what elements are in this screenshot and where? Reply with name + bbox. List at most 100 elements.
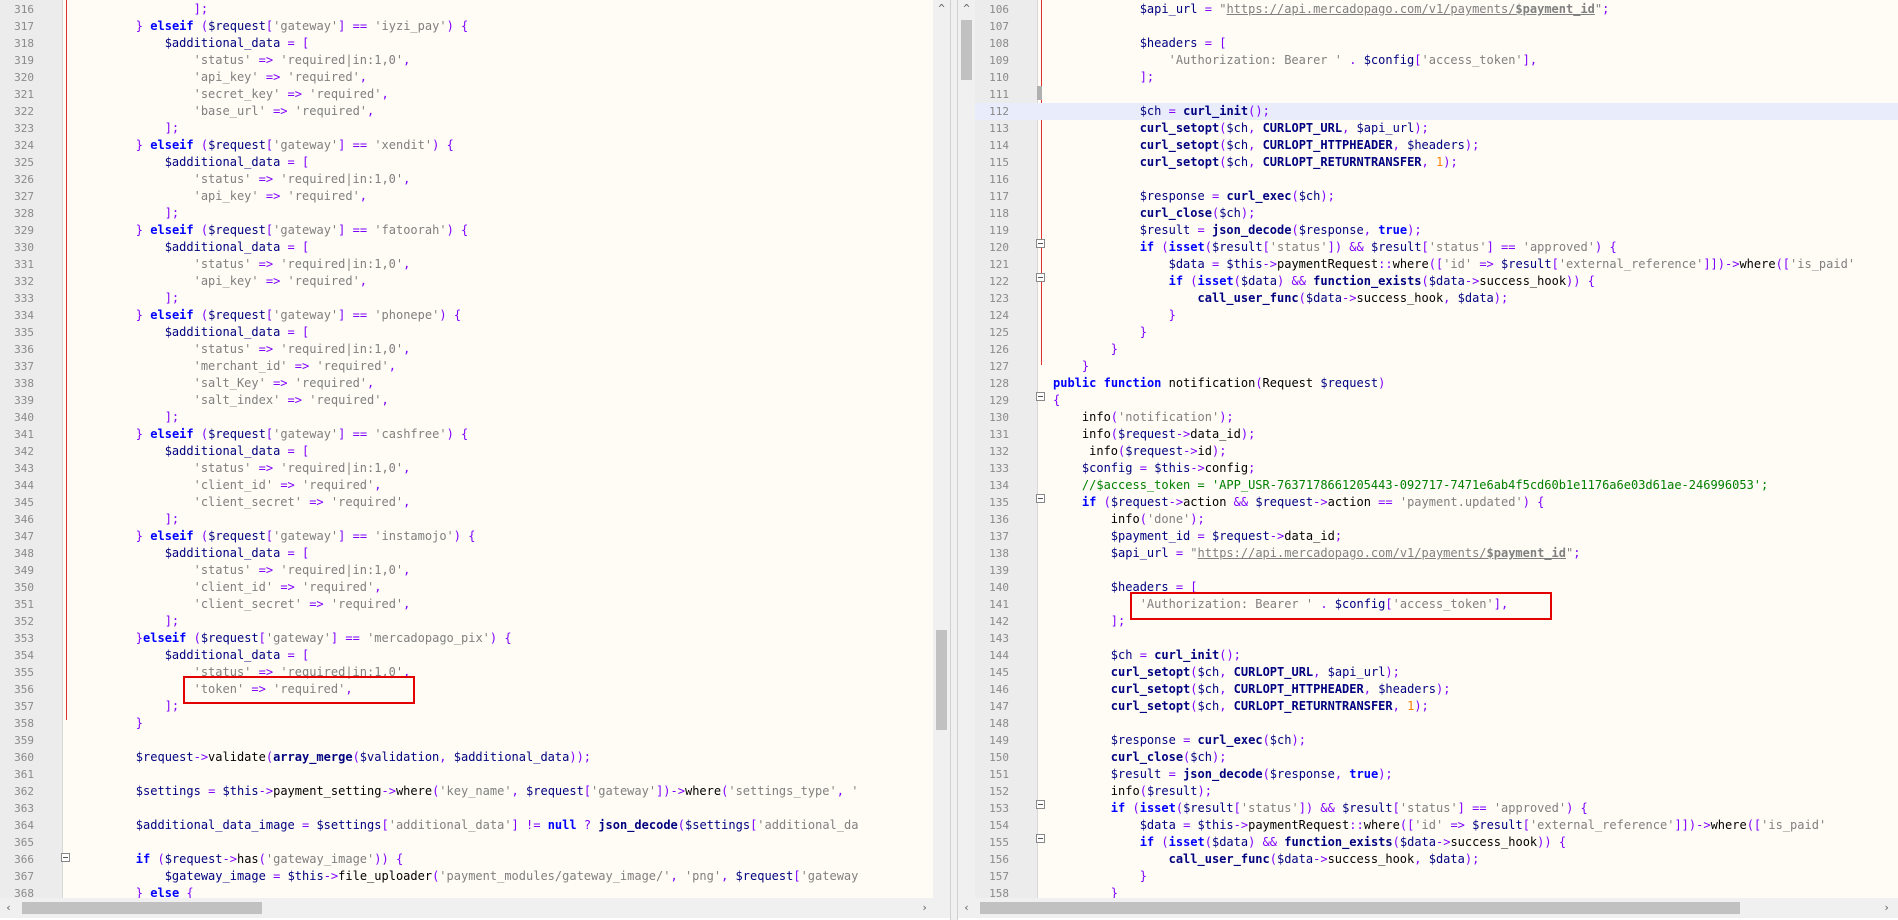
code-text[interactable]: } (1053, 341, 1898, 358)
pane-splitter[interactable] (950, 0, 958, 920)
code-text[interactable]: ]; (78, 511, 933, 528)
code-line[interactable]: 319 'status' => 'required|in:1,0', (0, 52, 933, 69)
code-text[interactable]: curl_setopt($ch, CURLOPT_RETURNTRANSFER,… (1053, 698, 1898, 715)
code-line[interactable]: 134 //$access_token = 'APP_USR-763717866… (975, 477, 1898, 494)
code-text[interactable]: 'salt_index' => 'required', (78, 392, 933, 409)
code-line[interactable]: 114 curl_setopt($ch, CURLOPT_HTTPHEADER,… (975, 137, 1898, 154)
code-text[interactable]: } elseif ($request['gateway'] == 'xendit… (78, 137, 933, 154)
scroll-up-arrow-icon[interactable]: ^ (958, 0, 975, 17)
code-line[interactable]: 151 $result = json_decode($response, tru… (975, 766, 1898, 783)
code-text[interactable]: $additional_data = [ (78, 239, 933, 256)
code-text[interactable]: } (1053, 358, 1898, 375)
code-text[interactable]: info($result); (1053, 783, 1898, 800)
code-text[interactable]: curl_close($ch); (1053, 205, 1898, 222)
code-text[interactable]: 'api_key' => 'required', (78, 69, 933, 86)
code-line[interactable]: 155 if (isset($data) && function_exists(… (975, 834, 1898, 851)
code-line[interactable]: 117 $response = curl_exec($ch); (975, 188, 1898, 205)
code-text[interactable]: $result = json_decode($response, true); (1053, 222, 1898, 239)
code-line[interactable]: 148 (975, 715, 1898, 732)
code-line[interactable]: 109 'Authorization: Bearer ' . $config['… (975, 52, 1898, 69)
code-text[interactable]: 'api_key' => 'required', (78, 273, 933, 290)
code-line[interactable]: 341 } elseif ($request['gateway'] == 'ca… (0, 426, 933, 443)
code-line[interactable]: 146 curl_setopt($ch, CURLOPT_HTTPHEADER,… (975, 681, 1898, 698)
scroll-right-arrow-icon[interactable]: › (916, 899, 933, 916)
code-line[interactable]: 322 'base_url' => 'required', (0, 103, 933, 120)
code-line[interactable]: 116 (975, 171, 1898, 188)
code-line[interactable]: 135 if ($request->action && $request->ac… (975, 494, 1898, 511)
code-text[interactable]: info($request->data_id); (1053, 426, 1898, 443)
right-code-area[interactable]: 106 $api_url = "https://api.mercadopago.… (975, 1, 1898, 898)
code-line[interactable]: 321 'secret_key' => 'required', (0, 86, 933, 103)
code-text[interactable]: ]; (78, 613, 933, 630)
code-text[interactable]: curl_setopt($ch, CURLOPT_URL, $api_url); (1053, 120, 1898, 137)
code-text[interactable]: 'base_url' => 'required', (78, 103, 933, 120)
code-line[interactable]: 338 'salt_Key' => 'required', (0, 375, 933, 392)
code-line[interactable]: 120 if (isset($result['status']) && $res… (975, 239, 1898, 256)
code-text[interactable]: ]; (78, 409, 933, 426)
code-text[interactable]: } else { (78, 885, 933, 898)
code-line[interactable]: 144 $ch = curl_init(); (975, 647, 1898, 664)
code-text[interactable]: ]; (78, 205, 933, 222)
code-text[interactable]: $additional_data = [ (78, 647, 933, 664)
code-text[interactable]: if ($request->action && $request->action… (1053, 494, 1898, 511)
code-line[interactable]: 358 } (0, 715, 933, 732)
code-line[interactable]: 343 'status' => 'required|in:1,0', (0, 460, 933, 477)
code-line[interactable]: 111 (975, 86, 1898, 103)
code-line[interactable]: 361 (0, 766, 933, 783)
code-text[interactable]: curl_setopt($ch, CURLOPT_HTTPHEADER, $he… (1053, 681, 1898, 698)
code-text[interactable]: } (1053, 307, 1898, 324)
code-line[interactable]: 119 $result = json_decode($response, tru… (975, 222, 1898, 239)
code-line[interactable]: 333 ]; (0, 290, 933, 307)
code-line[interactable]: 323 ]; (0, 120, 933, 137)
code-text[interactable]: $additional_data = [ (78, 545, 933, 562)
code-line[interactable]: 153 if (isset($result['status']) && $res… (975, 800, 1898, 817)
code-text[interactable]: $additional_data = [ (78, 35, 933, 52)
code-line[interactable]: 154 $data = $this->paymentRequest::where… (975, 817, 1898, 834)
code-text[interactable]: $result = json_decode($response, true); (1053, 766, 1898, 783)
code-line[interactable]: 351 'client_secret' => 'required', (0, 596, 933, 613)
right-editor-pane[interactable]: 106 $api_url = "https://api.mercadopago.… (975, 0, 1898, 898)
code-line[interactable]: 329 } elseif ($request['gateway'] == 'fa… (0, 222, 933, 239)
code-text[interactable]: 'client_secret' => 'required', (78, 596, 933, 613)
code-line[interactable]: 108 $headers = [ (975, 35, 1898, 52)
code-line[interactable]: 359 (0, 732, 933, 749)
code-text[interactable]: 'status' => 'required|in:1,0', (78, 460, 933, 477)
scrollbar-thumb[interactable] (961, 20, 972, 80)
code-line[interactable]: 152 info($result); (975, 783, 1898, 800)
code-line[interactable]: 345 'client_secret' => 'required', (0, 494, 933, 511)
code-line[interactable]: 133 $config = $this->config; (975, 460, 1898, 477)
code-text[interactable]: } elseif ($request['gateway'] == 'iyzi_p… (78, 18, 933, 35)
scroll-left-arrow-icon[interactable]: ‹ (958, 899, 975, 916)
code-text[interactable]: 'client_id' => 'required', (78, 579, 933, 596)
code-text[interactable]: ]; (78, 290, 933, 307)
code-line[interactable]: 129 { (975, 392, 1898, 409)
left-vertical-scrollbar[interactable]: ^ (933, 0, 950, 898)
code-line[interactable]: 326 'status' => 'required|in:1,0', (0, 171, 933, 188)
code-text[interactable]: $additional_data = [ (78, 324, 933, 341)
code-line[interactable]: 349 'status' => 'required|in:1,0', (0, 562, 933, 579)
code-line[interactable]: 342 $additional_data = [ (0, 443, 933, 460)
code-line[interactable]: 115 curl_setopt($ch, CURLOPT_RETURNTRANS… (975, 154, 1898, 171)
code-line[interactable]: 320 'api_key' => 'required', (0, 69, 933, 86)
code-line[interactable]: 348 $additional_data = [ (0, 545, 933, 562)
code-line[interactable]: 158 } (975, 885, 1898, 898)
code-line[interactable]: 334 } elseif ($request['gateway'] == 'ph… (0, 307, 933, 324)
code-text[interactable]: } elseif ($request['gateway'] == 'cashfr… (78, 426, 933, 443)
code-line[interactable]: 157 } (975, 868, 1898, 885)
code-text[interactable]: $api_url = "https://api.mercadopago.com/… (1053, 1, 1898, 18)
code-line[interactable]: 138 $api_url = "https://api.mercadopago.… (975, 545, 1898, 562)
code-text[interactable]: if (isset($data) && function_exists($dat… (1053, 273, 1898, 290)
code-line[interactable]: 112 $ch = curl_init(); (975, 103, 1898, 120)
code-text[interactable]: if (isset($data) && function_exists($dat… (1053, 834, 1898, 851)
scroll-right-arrow-icon[interactable]: › (1878, 899, 1895, 916)
code-line[interactable]: 150 curl_close($ch); (975, 749, 1898, 766)
code-line[interactable]: 136 info('done'); (975, 511, 1898, 528)
code-text[interactable]: 'secret_key' => 'required', (78, 86, 933, 103)
code-text[interactable]: 'status' => 'required|in:1,0', (78, 171, 933, 188)
code-line[interactable]: 130 info('notification'); (975, 409, 1898, 426)
code-text[interactable]: $payment_id = $request->data_id; (1053, 528, 1898, 545)
code-line[interactable]: 316 ]; (0, 1, 933, 18)
code-text[interactable]: $ch = curl_init(); (1053, 103, 1898, 120)
code-line[interactable]: 340 ]; (0, 409, 933, 426)
code-line[interactable]: 356 'token' => 'required', (0, 681, 933, 698)
